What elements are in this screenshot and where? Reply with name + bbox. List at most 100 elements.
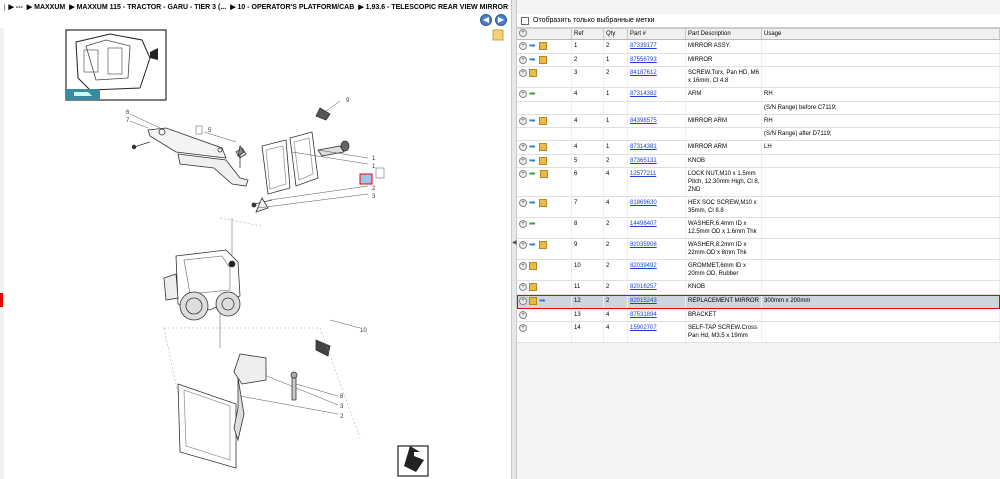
table-row[interactable]: + ➦ 6 4 12577211 LOCK NUT,M10 x 1.5mm Pitch, … [517,168,1000,198]
mirror-glass[interactable] [261,107,350,195]
part-number-link[interactable]: 82016257 [630,284,657,290]
mirror-assembly[interactable] [177,339,331,469]
add-to-cart-icon[interactable]: + [519,199,527,208]
header-qty[interactable]: Qty [604,29,628,39]
table-row[interactable]: + ➥ 1 2 87339177 MIRROR ASSY. [517,40,1000,54]
part-number-link[interactable]: 87314381 [630,144,657,150]
part-number-link[interactable]: 82035908 [630,242,657,248]
package-icon[interactable] [529,69,537,78]
breadcrumb-item[interactable]: ▶ MAXXUM 115 - TRACTOR - GARU - TIER 3 (… [69,3,226,11]
tractor-illustration[interactable] [163,249,241,321]
add-to-cart-icon[interactable]: + [519,143,527,152]
part-number-link[interactable]: 84187612 [630,70,657,76]
replace-arrow-icon[interactable]: ➥ [529,42,537,50]
export-icon[interactable] [397,445,429,477]
table-row[interactable]: + ➥ 5 2 87365131 KNOB [517,154,1000,169]
package-icon[interactable] [529,297,537,306]
replace-arrow-icon[interactable]: ➥ [539,297,547,305]
add-to-cart-icon[interactable]: + [519,310,527,319]
substitute-arrow-icon[interactable]: ➦ [529,170,538,178]
table-row[interactable]: +3 2 84187612 SCREW,Torx, Pan HD, M6 x 16mm… [517,67,1000,89]
table-row[interactable]: +10 2 82039492 GROMMET,6mm ID x 20mm OD, Ru… [517,260,1000,282]
substitute-arrow-icon[interactable]: ➦ [529,90,538,98]
add-to-cart-icon[interactable]: + [519,283,527,292]
add-to-cart-icon[interactable]: + [519,241,527,250]
package-icon[interactable] [539,199,547,208]
part-number-link[interactable]: 87556793 [630,57,657,63]
collapse-icon[interactable]: ◀ [512,239,517,249]
add-to-cart-icon[interactable]: + [519,156,527,165]
add-to-cart-icon[interactable]: + [519,69,527,78]
part-number-link[interactable]: 14496407 [630,221,657,227]
part-number-link[interactable]: 87531894 [630,312,657,318]
diagram-panel[interactable]: 6 7 5 9 1 1 2 3 8 3 2 10 [0,28,511,479]
table-row[interactable]: (S/N Range) before C7119; [517,101,1000,115]
breadcrumb-item[interactable]: ▶ 1.93.6 - TELESCOPIC REAR VIEW MIRROR [358,3,508,11]
home-icon[interactable] [4,3,6,11]
replace-arrow-icon[interactable]: ➥ [529,156,537,165]
table-row[interactable]: +11 2 82016257 KNOB [517,281,1000,296]
header-ref[interactable]: Ref [572,29,604,39]
back-arrow-icon[interactable]: ◀ [480,14,492,26]
header-usage[interactable]: Usage [762,29,1000,39]
table-row[interactable]: + ➥ 4 1 87314381 MIRROR ARM LH [517,141,1000,155]
add-to-cart-icon[interactable]: + [519,116,527,125]
breadcrumb-item[interactable]: ▶ --- [8,3,22,11]
table-row[interactable]: + ➥ 7 4 81869630 HEX SOC SCREW,M10 x 35mm, Cl… [517,197,1000,219]
package-icon[interactable] [540,170,548,179]
add-to-cart-icon[interactable]: + [519,220,527,229]
part-number-link[interactable]: 82015243 [630,298,657,304]
table-row[interactable]: + ➥ 2 1 87556793 MIRROR [517,53,1000,68]
package-icon[interactable] [529,262,537,271]
header-description[interactable]: Part Description [686,29,762,39]
table-row[interactable]: + ➥ 4 1 84398575 MIRROR ARM RH [517,114,1000,129]
package-icon[interactable] [539,42,547,50]
replace-arrow-icon[interactable]: ➥ [529,55,537,64]
table-row[interactable]: + ➥ 9 2 82035908 WASHER,8.2mm ID x 22mm OD x … [517,239,1000,261]
substitute-arrow-icon[interactable]: ➦ [529,220,538,228]
package-icon[interactable] [539,116,547,125]
add-to-cart-icon[interactable]: + [519,262,527,271]
table-row[interactable]: + ➥ 12 2 82015243 REPLACEMENT MIRROR 300mm x 2… [517,295,1000,309]
replace-arrow-icon[interactable]: ➥ [529,241,537,249]
exploded-diagram[interactable]: 6 7 5 9 1 1 2 3 8 3 2 10 [0,28,511,479]
add-to-cart-icon[interactable]: + [519,90,527,99]
add-icon[interactable]: + [519,29,527,38]
mirror-bracket[interactable] [131,127,249,187]
breadcrumb-item[interactable]: ▶ 10 - OPERATOR'S PLATFORM/CAB [230,3,354,11]
forward-arrow-icon[interactable]: ▶ [495,14,507,26]
add-to-cart-icon[interactable]: + [519,55,527,64]
table-row[interactable]: + ➦ 8 2 14496407 WASHER,6.4mm ID x 12.5mm OD … [517,218,1000,240]
add-to-cart-icon[interactable]: + [519,42,527,50]
part-number-link[interactable]: 87365131 [630,158,657,164]
part-number-link[interactable]: 82039492 [630,263,657,269]
table-row[interactable]: (S/N Range) after D7119; [517,128,1000,142]
replace-arrow-icon[interactable]: ➥ [529,199,537,207]
part-number-link[interactable]: 87314382 [630,91,657,97]
add-to-cart-icon[interactable]: + [519,170,527,179]
cab-thumbnail[interactable] [65,29,167,101]
table-row[interactable]: + ➦ 4 1 87314382 ARM RH [517,88,1000,102]
part-number-link[interactable]: 12577211 [630,171,656,177]
diagram-scrollbar[interactable] [0,28,4,479]
breadcrumb-item[interactable]: ▶ MAXXUM [27,3,65,11]
replace-arrow-icon[interactable]: ➥ [529,116,537,125]
part-number-link[interactable]: 84398575 [630,118,657,124]
add-to-cart-icon[interactable]: + [519,324,527,333]
package-icon[interactable] [539,156,547,165]
table-row[interactable]: +13 4 87531894 BRACKET [517,308,1000,323]
table-row[interactable]: +14 4 15902707 SELF-TAP SCREW,Cross Pan Hd,… [517,322,1000,344]
package-icon[interactable] [539,55,547,64]
package-icon[interactable] [529,283,537,292]
package-icon[interactable] [539,241,547,250]
header-part-number[interactable]: Part # [628,29,686,39]
add-to-cart-icon[interactable]: + [519,297,527,306]
part-number-link[interactable]: 15902707 [630,325,657,331]
selected-callout[interactable] [359,173,373,185]
package-icon[interactable] [539,143,547,152]
replace-arrow-icon[interactable]: ➥ [529,143,537,151]
show-selected-checkbox[interactable] [521,16,529,25]
part-number-link[interactable]: 81869630 [630,200,657,206]
part-number-link[interactable]: 87339177 [630,43,657,49]
header-actions[interactable]: + [517,29,572,39]
